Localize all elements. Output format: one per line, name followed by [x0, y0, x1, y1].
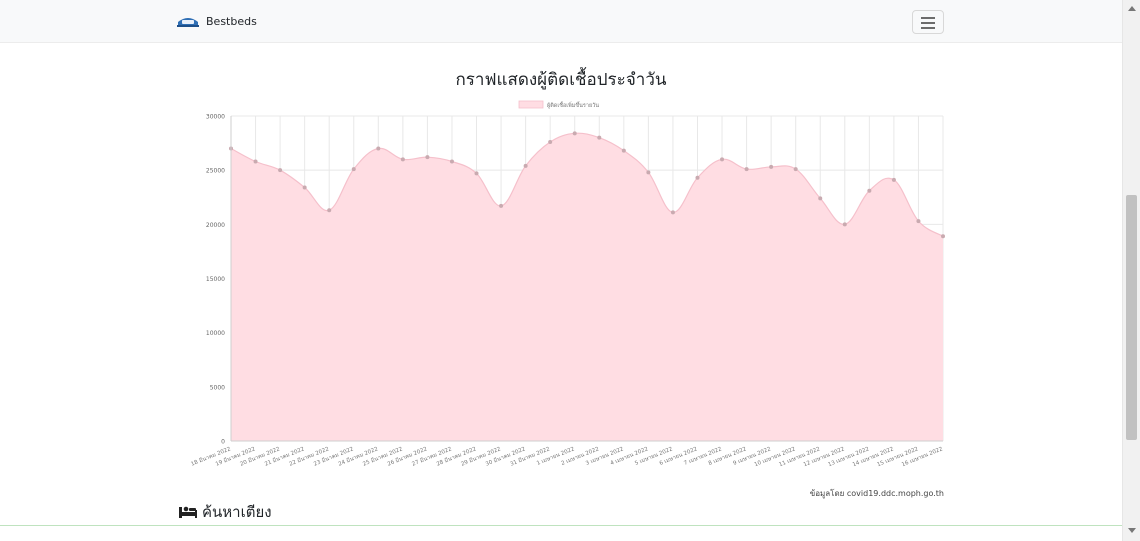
x-tick-label: 20 มีนาคม 2022	[239, 445, 281, 467]
data-point	[523, 163, 528, 168]
data-point	[302, 185, 307, 190]
data-point	[670, 210, 675, 215]
data-point	[572, 131, 577, 136]
x-tick-label: 26 มีนาคม 2022	[386, 445, 428, 467]
legend-swatch	[518, 100, 544, 109]
data-point	[278, 168, 283, 173]
data-point	[793, 167, 798, 172]
data-point	[867, 188, 872, 193]
y-tick-label: 0	[221, 439, 225, 446]
data-point	[720, 157, 725, 162]
data-point	[449, 159, 454, 164]
data-point	[400, 157, 405, 162]
data-point	[376, 146, 381, 151]
x-tick-label: 23 มีนาคม 2022	[313, 445, 355, 467]
data-point	[646, 170, 651, 175]
data-point	[425, 155, 430, 160]
data-point	[621, 148, 626, 153]
data-point	[769, 164, 774, 169]
x-tick-label: 29 มีนาคม 2022	[460, 445, 502, 467]
legend-label: ผู้ติดเชื้อเพิ่มขึ้นรายวัน	[547, 101, 599, 109]
x-tick-label: 30 มีนาคม 2022	[485, 445, 527, 467]
x-tick-label: 28 มีนาคม 2022	[435, 445, 477, 467]
data-point	[253, 159, 258, 164]
x-tick-label: 21 มีนาคม 2022	[264, 445, 306, 467]
data-point	[499, 203, 504, 208]
data-point	[842, 222, 847, 227]
data-point	[474, 171, 479, 176]
data-point	[891, 177, 896, 182]
x-tick-label: 18 มีนาคม 2022	[190, 445, 232, 467]
x-tick-label: 25 มีนาคม 2022	[362, 445, 404, 467]
search-heading-label: ค้นหาเตียง	[202, 503, 272, 521]
y-tick-label: 25000	[206, 168, 225, 175]
page-scrollbar[interactable]	[1122, 0, 1140, 541]
y-tick-label: 15000	[206, 276, 225, 283]
data-point	[597, 135, 602, 140]
data-point	[744, 167, 749, 172]
y-tick-label: 5000	[210, 384, 225, 391]
scroll-up-arrow-icon[interactable]	[1128, 6, 1136, 11]
scroll-down-arrow-icon[interactable]	[1128, 528, 1136, 533]
data-point	[695, 175, 700, 180]
bed-search-icon	[179, 506, 197, 518]
data-point	[916, 219, 921, 224]
data-point	[351, 167, 356, 172]
search-bed-heading: ค้นหาเตียง	[178, 500, 272, 524]
x-tick-label: 31 มีนาคม 2022	[509, 445, 551, 467]
data-point	[941, 234, 945, 239]
y-tick-label: 30000	[206, 114, 225, 121]
data-point	[818, 196, 823, 201]
daily-infections-chart: 0 5000 10000 15000 20000 25000 30000 18 มีนาคม …	[190, 100, 945, 468]
x-tick-label: 22 มีนาคม 2022	[288, 445, 330, 467]
section-divider	[0, 525, 1122, 526]
y-tick-label: 20000	[206, 222, 225, 229]
y-tick-label: 10000	[206, 330, 225, 337]
series-area	[231, 133, 943, 441]
data-point	[548, 140, 553, 144]
x-tick-label: 24 มีนาคม 2022	[337, 445, 379, 467]
x-tick-label: 19 มีนาคม 2022	[214, 445, 256, 467]
x-tick-label: 27 มีนาคม 2022	[411, 445, 453, 467]
data-source-text: ข้อมูลโดย covid19.ddc.moph.go.th	[809, 489, 944, 498]
data-point	[327, 208, 332, 213]
scroll-thumb[interactable]	[1126, 195, 1137, 440]
